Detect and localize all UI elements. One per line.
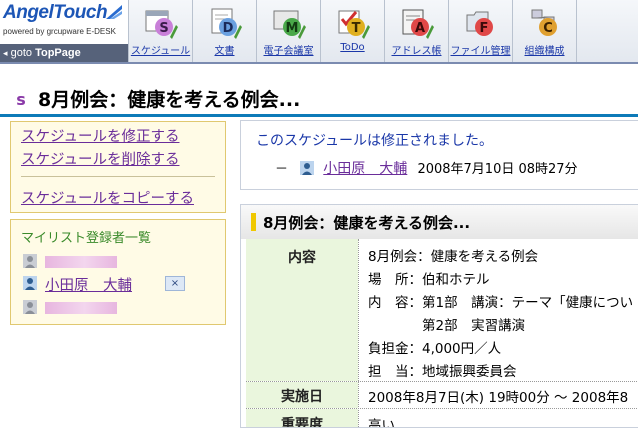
svg-text:T: T	[352, 21, 361, 36]
actions-divider	[21, 176, 215, 177]
svg-text:S: S	[159, 21, 168, 36]
todo-check-icon: T	[338, 10, 370, 39]
content-line: 内 容：第1部 講演：テーマ「健康につい	[368, 295, 634, 311]
mylist-panel: マイリスト登録者一覧 小田原 大輔 ×	[10, 219, 226, 325]
nav-documents[interactable]: D 文書	[192, 0, 256, 62]
brand-name: AngelTouch	[3, 2, 108, 23]
remove-member-button[interactable]: ×	[165, 276, 185, 291]
priority-value: 高い	[368, 418, 395, 428]
date-value: 2008年8月7日(木) 19時00分 ～ 2008年8	[368, 390, 629, 406]
modified-notice: このスケジュールは修正されました。 － 小田原 大輔 2008年7月10日 08…	[240, 120, 638, 190]
nav-meeting-room[interactable]: M 電子会議室	[256, 0, 320, 62]
detail-header: 8月例会：健康を考える例会...	[241, 205, 638, 239]
nav-label: 電子会議室	[263, 46, 314, 57]
detail-title: 8月例会：健康を考える例会...	[263, 214, 471, 232]
angeltouch-logo[interactable]: AngelTouch powered by grcupware E-DESK	[0, 0, 128, 44]
copy-schedule-link[interactable]: スケジュールをコピーする	[21, 187, 194, 208]
nav-overflow	[576, 0, 638, 62]
nav-label: 組織構成	[524, 46, 565, 57]
dash: －	[275, 162, 289, 177]
nav-file-management[interactable]: F ファイル管理	[448, 0, 512, 62]
nav-address-book[interactable]: A アドレス帳	[384, 0, 448, 62]
document-icon: D	[211, 8, 242, 39]
goto-arrow-icon: ◂	[3, 48, 8, 58]
user-avatar-icon	[23, 276, 37, 290]
toppage-label: TopPage	[35, 47, 81, 59]
date-value-cell: 2008年8月7日(木) 19時00分 ～ 2008年8	[358, 382, 638, 408]
svg-text:F: F	[480, 21, 489, 36]
nav-label: ファイル管理	[450, 46, 511, 57]
modified-by: － 小田原 大輔 2008年7月10日 08時27分	[275, 158, 578, 178]
member-name-link[interactable]: 小田原 大輔	[45, 274, 132, 295]
mylist-member[interactable]	[23, 298, 213, 318]
date-label: 実施日	[246, 382, 358, 408]
priority-value-cell: 高い	[358, 409, 638, 428]
edit-schedule-link[interactable]: スケジュールを修正する	[21, 125, 179, 146]
file-management-icon: F	[466, 11, 493, 36]
mylist-heading: マイリスト登録者一覧	[21, 231, 152, 246]
redacted-name	[45, 256, 117, 268]
content-label: 内容	[246, 239, 358, 381]
nav-todo[interactable]: T ToDo	[320, 0, 384, 62]
nav-organization[interactable]: C 組織構成	[512, 0, 576, 62]
schedule-actions-panel: スケジュールを修正する スケジュールを削除する スケジュールをコピーする	[10, 121, 226, 213]
content-value: 8月例会：健康を考える例会 場 所：伯和ホテル 内 容：第1部 講演：テーマ「健…	[358, 239, 638, 381]
svg-text:M: M	[286, 21, 299, 36]
goto-label: goto	[10, 47, 33, 59]
powered-by-text: powered by grcupware E-DESK	[3, 27, 116, 36]
content-line: 第2部 実習講演	[368, 318, 526, 334]
nav-label: アドレス帳	[391, 46, 442, 57]
address-book-icon: A	[402, 9, 434, 39]
title-rule	[0, 114, 638, 117]
redacted-name	[45, 302, 117, 314]
page-title: 8月例会：健康を考える例会...	[38, 89, 301, 111]
user-avatar-icon	[23, 254, 37, 268]
delete-schedule-link[interactable]: スケジュールを削除する	[21, 148, 179, 169]
content-line: 8月例会：健康を考える例会	[368, 249, 539, 265]
schedule-calendar-icon: S	[145, 10, 178, 39]
user-avatar-icon	[300, 161, 315, 175]
content-line: 場 所：伯和ホテル	[368, 272, 490, 288]
user-avatar-icon	[23, 300, 37, 314]
organization-icon: C	[531, 9, 557, 36]
modifier-name-link[interactable]: 小田原 大輔	[323, 161, 407, 177]
nav-label: 文書	[214, 46, 235, 57]
goto-toppage-link[interactable]: ◂ goto TopPage	[0, 44, 128, 62]
mylist-member[interactable]	[23, 252, 213, 272]
meeting-room-icon: M	[273, 10, 306, 39]
svg-text:s: s	[16, 90, 26, 108]
content-line: 担 当：地域振興委員会	[368, 364, 517, 380]
schedule-detail: 8月例会：健康を考える例会... 内容 8月例会：健康を考える例会 場 所：伯和…	[240, 204, 638, 428]
svg-text:D: D	[223, 21, 234, 36]
modified-message: このスケジュールは修正されました。	[256, 133, 494, 149]
top-navigation-bar: AngelTouch powered by grcupware E-DESK ◂…	[0, 0, 638, 62]
page-title-bar: s 8月例会：健康を考える例会...	[0, 82, 638, 114]
header-divider	[0, 62, 638, 64]
schedule-s-icon: s	[16, 90, 26, 108]
column-divider	[358, 239, 359, 427]
logo-wing-icon	[106, 5, 122, 19]
nav-schedule[interactable]: S スケジュール	[128, 0, 192, 62]
nav-label: スケジュール	[130, 46, 191, 57]
mylist-member: 小田原 大輔 ×	[23, 274, 213, 294]
nav-label: ToDo	[340, 42, 365, 53]
priority-label: 重要度	[246, 409, 358, 427]
header-accent	[251, 213, 256, 231]
modified-datetime: 2008年7月10日 08時27分	[417, 162, 578, 177]
svg-text:C: C	[543, 21, 553, 36]
svg-text:A: A	[415, 21, 425, 36]
content-line: 負担金：4,000円／人	[368, 341, 502, 357]
